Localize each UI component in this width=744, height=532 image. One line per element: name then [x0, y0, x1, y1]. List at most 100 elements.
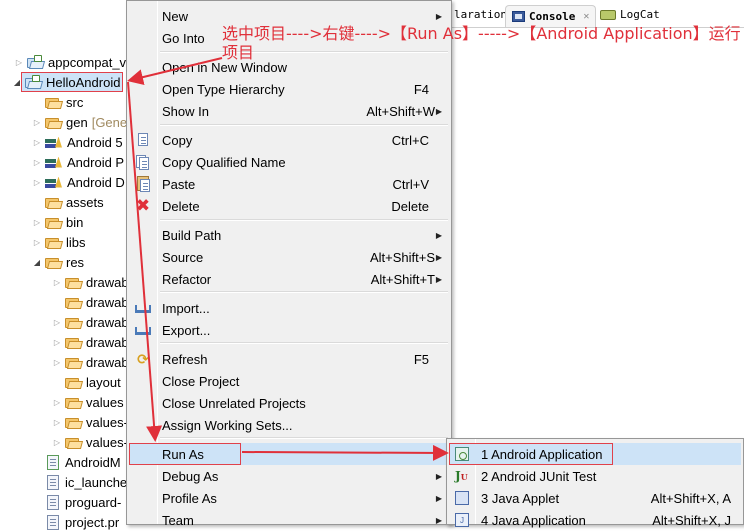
logcat-icon — [600, 9, 616, 20]
menu-item-close-unrelated-projects[interactable]: Close Unrelated Projects — [129, 392, 449, 414]
tab-logcat[interactable]: LogCat — [600, 8, 660, 21]
tree-item[interactable]: ▷ drawab — [52, 312, 129, 332]
java-applet-icon — [455, 491, 469, 505]
menu-item-paste[interactable]: Paste Ctrl+V — [129, 173, 449, 195]
menu-separator — [160, 219, 448, 221]
menu-item-export[interactable]: Export... — [129, 319, 449, 341]
submenu-arrow-icon: ▶ — [435, 493, 442, 503]
expand-down-icon[interactable]: ◢ — [32, 258, 42, 267]
close-tab-icon[interactable]: ✕ — [583, 11, 589, 22]
tree-item[interactable]: ▷ drawab — [52, 352, 129, 372]
expand-right-icon[interactable]: ▷ — [52, 418, 62, 427]
menu-item-profile-as[interactable]: Profile As ▶ — [129, 487, 449, 509]
menu-item-label: Paste — [162, 176, 196, 192]
menu-item-shortcut: Ctrl+V — [392, 176, 429, 192]
tree-item-label: gen — [66, 114, 88, 130]
tab-declaration[interactable]: laration — [454, 8, 507, 21]
expand-right-icon[interactable]: ▷ — [14, 58, 24, 67]
menu-item-show-in[interactable]: Show In Alt+Shift+W ▶ — [129, 100, 449, 122]
paste-icon — [135, 176, 151, 192]
submenu-arrow-icon: ▶ — [435, 230, 442, 240]
tree-item[interactable]: ▷ bin — [32, 212, 83, 232]
tree-item[interactable]: ▷ libs — [32, 232, 86, 252]
menu-item-label: Close Unrelated Projects — [162, 395, 306, 411]
tree-item[interactable]: ▷ appcompat_v — [14, 52, 126, 72]
tree-item[interactable]: ic_launche — [32, 472, 127, 492]
tree-item[interactable]: ▷ values- — [52, 412, 128, 432]
tree-item[interactable]: ◢ HelloAndroid — [14, 72, 124, 92]
menu-item-open-type-hierarchy[interactable]: Open Type Hierarchy F4 — [129, 78, 449, 100]
menu-item-team[interactable]: Team ▶ — [129, 509, 449, 531]
expand-down-icon[interactable]: ◢ — [12, 78, 22, 87]
expand-right-icon[interactable]: ▷ — [52, 278, 62, 287]
submenu-item-label: 3 Java Applet — [481, 490, 560, 506]
tree-item[interactable]: layout — [52, 372, 121, 392]
menu-item-source[interactable]: Source Alt+Shift+S ▶ — [129, 246, 449, 268]
submenu-item-1-android-application[interactable]: 1 Android Application — [449, 443, 741, 465]
expand-right-icon[interactable]: ▷ — [32, 218, 42, 227]
tree-item[interactable]: ▷ Android D — [32, 172, 125, 192]
menu-item-import[interactable]: Import... — [129, 297, 449, 319]
expand-right-icon[interactable]: ▷ — [52, 438, 62, 447]
tree-item[interactable]: drawab — [52, 292, 129, 312]
menu-item-label: Team — [162, 512, 194, 528]
expand-right-icon[interactable]: ▷ — [32, 118, 42, 127]
tree-item[interactable]: src — [32, 92, 83, 112]
tree-item-label: libs — [66, 234, 86, 250]
source-folder-icon — [45, 96, 64, 109]
submenu-item-label: 4 Java Application — [481, 512, 586, 528]
tree-item-label: bin — [66, 214, 84, 230]
folder-icon — [65, 356, 84, 369]
menu-item-label: Copy — [162, 132, 193, 148]
tree-item[interactable]: ▷ drawab — [52, 332, 129, 352]
submenu-item-2-android-junit-test[interactable]: JU 2 Android JUnit Test — [449, 465, 741, 487]
tree-item[interactable]: ▷ gen [Gene — [32, 112, 127, 132]
highlight-box — [449, 443, 613, 465]
tree-item[interactable]: ◢ res — [32, 252, 84, 272]
submenu-arrow-icon: ▶ — [435, 449, 442, 459]
source-folder-icon — [45, 116, 64, 129]
menu-item-refactor[interactable]: Refactor Alt+Shift+T ▶ — [129, 268, 449, 290]
menu-item-delete[interactable]: ✖ Delete Delete — [129, 195, 449, 217]
submenu-arrow-icon: ▶ — [435, 106, 442, 116]
expand-right-icon[interactable]: ▷ — [32, 238, 42, 247]
menu-item-debug-as[interactable]: Debug As ▶ — [129, 465, 449, 487]
menu-item-close-project[interactable]: Close Project — [129, 370, 449, 392]
menu-item-build-path[interactable]: Build Path ▶ — [129, 224, 449, 246]
package-explorer: ▷ appcompat_v ◢ HelloAndroid src ▷ gen [Gene ▷ An… — [0, 0, 130, 530]
tree-item-label: proguard- — [65, 494, 122, 510]
tree-item[interactable]: AndroidM — [32, 452, 121, 472]
expand-right-icon[interactable]: ▷ — [52, 318, 62, 327]
menu-item-assign-working-sets[interactable]: Assign Working Sets... — [129, 414, 449, 436]
tree-item[interactable]: project.pr — [32, 512, 119, 532]
folder-icon — [65, 436, 84, 449]
file-icon — [47, 514, 59, 530]
submenu-item-3-java-applet[interactable]: 3 Java Applet Alt+Shift+X, A — [449, 487, 741, 509]
menu-item-label: Show In — [162, 103, 209, 119]
tree-item[interactable]: ▷ Android 5 — [32, 132, 123, 152]
refresh-icon: ⟳ — [137, 351, 149, 367]
submenu-item-4-java-application[interactable]: J4 Java Application Alt+Shift+X, J — [449, 509, 741, 531]
menu-item-copy[interactable]: Copy Ctrl+C — [129, 129, 449, 151]
tree-item[interactable]: proguard- — [32, 492, 121, 512]
menu-item-refresh[interactable]: ⟳ Refresh F5 — [129, 348, 449, 370]
menu-item-run-as[interactable]: Run As ▶ — [129, 443, 449, 465]
expand-right-icon[interactable]: ▷ — [32, 158, 42, 167]
menu-item-label: Debug As — [162, 468, 219, 484]
folder-icon — [65, 316, 84, 329]
folder-icon — [65, 396, 84, 409]
tree-item[interactable]: ▷ values- — [52, 432, 128, 452]
tree-item[interactable]: ▷ drawab — [52, 272, 129, 292]
tree-item[interactable]: ▷ Android P — [32, 152, 124, 172]
menu-item-copy-qualified-name[interactable]: Copy Qualified Name — [129, 151, 449, 173]
expand-right-icon[interactable]: ▷ — [32, 178, 42, 187]
submenu-arrow-icon: ▶ — [435, 252, 442, 262]
expand-right-icon[interactable]: ▷ — [52, 338, 62, 347]
tree-item[interactable]: assets — [32, 192, 104, 212]
expand-right-icon[interactable]: ▷ — [52, 358, 62, 367]
expand-right-icon[interactable]: ▷ — [32, 138, 42, 147]
file-icon — [47, 474, 59, 490]
tree-item[interactable]: ▷ values — [52, 392, 124, 412]
folder-icon — [65, 336, 84, 349]
expand-right-icon[interactable]: ▷ — [52, 398, 62, 407]
